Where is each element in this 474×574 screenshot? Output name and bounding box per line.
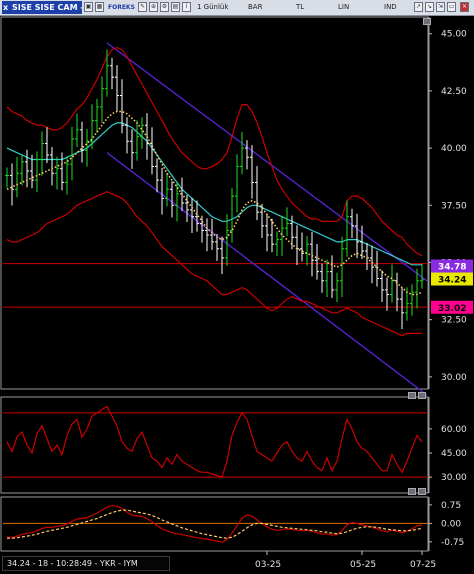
y-tick-label: 42.50 — [441, 87, 467, 97]
y-tick-label: 45.00 — [441, 30, 467, 40]
x-tick-label: 05-25 — [350, 560, 376, 570]
y-tick-label: 32.50 — [441, 316, 467, 326]
price-label-low: 33.02 — [438, 304, 466, 314]
rsi-line — [6, 405, 423, 478]
panel-close-button[interactable] — [418, 488, 426, 495]
price-label-high: 34.78 — [438, 263, 466, 273]
x-tick-label: 03-25 — [255, 560, 281, 570]
y-tick-label: 45.00 — [441, 449, 467, 459]
price-panel: 45.0042.5040.0037.5035.0032.5030.0034.78… — [0, 16, 473, 396]
channel-line — [106, 152, 428, 396]
y-tick-label: 30.00 — [441, 473, 467, 483]
x-tick-label: 07-25 — [410, 560, 436, 570]
y-tick-label: 0.75 — [441, 501, 461, 511]
y-tick-label: 0.00 — [441, 519, 461, 529]
rsi-panel: 60.00 45.00 30.00 — [0, 396, 467, 494]
status-bar: 34.24 - 18 - 10:28:49 - YKR - IYM — [2, 556, 170, 571]
panel-menu-button[interactable] — [408, 488, 416, 495]
chart-canvas: 45.0042.5040.0037.5035.0032.5030.0034.78… — [0, 16, 473, 570]
y-tick-label: 30.00 — [441, 373, 467, 383]
y-tick-label: 60.00 — [441, 425, 467, 435]
panel-frame — [0, 16, 429, 390]
y-tick-label: -0.75 — [441, 538, 464, 548]
price-label-last: 34.24 — [438, 276, 466, 286]
panel-menu-button[interactable] — [423, 18, 431, 25]
panel-menu-button[interactable] — [408, 392, 416, 399]
bollinger-upper-line — [6, 46, 423, 257]
y-tick-label: 40.00 — [441, 144, 467, 154]
y-tick-label: 37.50 — [441, 201, 467, 211]
macd-panel: 0.75 0.00 -0.75 — [0, 496, 464, 552]
panel-close-button[interactable] — [418, 392, 426, 399]
dotted-average-line — [6, 110, 423, 296]
moving-average-line — [6, 122, 422, 266]
x-axis: 03-25 05-25 07-25 — [255, 551, 436, 570]
